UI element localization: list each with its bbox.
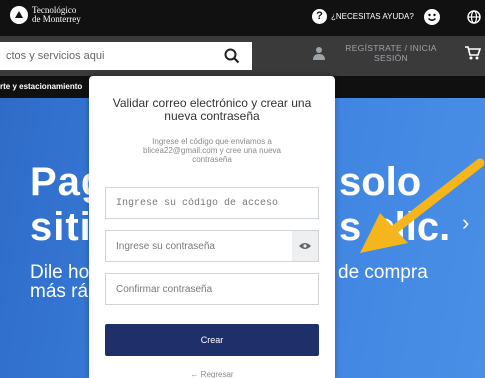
- register-login-link[interactable]: REGÍSTRATE / INICIA SESIÓN: [340, 43, 442, 63]
- modal-description: Ingrese el código que enviamos a blicea2…: [143, 137, 281, 164]
- hero-subtitle-2: más rá: [30, 281, 89, 302]
- password-field[interactable]: [105, 230, 293, 262]
- logo-line-2: de Monterrey: [32, 14, 81, 24]
- nav-item-parking[interactable]: rte y estacionamiento: [0, 82, 82, 91]
- help-label: ¿NECESITAS AYUDA?: [331, 12, 414, 21]
- brand-logo[interactable]: Tecnológico de Monterrey: [10, 6, 81, 24]
- face-icon[interactable]: [424, 9, 440, 25]
- logo-text: Tecnológico de Monterrey: [32, 6, 81, 24]
- create-button[interactable]: Crear: [105, 324, 319, 356]
- eye-icon: [299, 243, 311, 249]
- user-icon[interactable]: [313, 46, 325, 60]
- register-line-1: REGÍSTRATE / INICIA: [345, 43, 437, 53]
- access-code-field[interactable]: [105, 187, 319, 219]
- cart-icon[interactable]: [465, 46, 481, 60]
- logo-icon: [10, 6, 28, 24]
- globe-icon[interactable]: [467, 10, 481, 24]
- search-input[interactable]: [0, 42, 252, 70]
- help-icon: ?: [312, 9, 327, 24]
- confirm-password-field[interactable]: [105, 273, 319, 305]
- show-password-button[interactable]: [292, 230, 319, 262]
- back-link[interactable]: ← Regresar: [89, 370, 335, 378]
- top-bar: Tecnológico de Monterrey ? ¿NECESITAS AY…: [0, 0, 485, 36]
- annotation-arrow: [360, 158, 485, 253]
- register-line-2: SESIÓN: [374, 53, 408, 63]
- reset-password-modal: Validar correo electrónico y crear una n…: [89, 76, 335, 378]
- modal-title: Validar correo electrónico y crear una n…: [112, 96, 312, 123]
- hero-subtitle-3: de compra: [338, 262, 428, 283]
- search-icon[interactable]: [222, 46, 242, 66]
- help-link[interactable]: ? ¿NECESITAS AYUDA?: [312, 9, 414, 24]
